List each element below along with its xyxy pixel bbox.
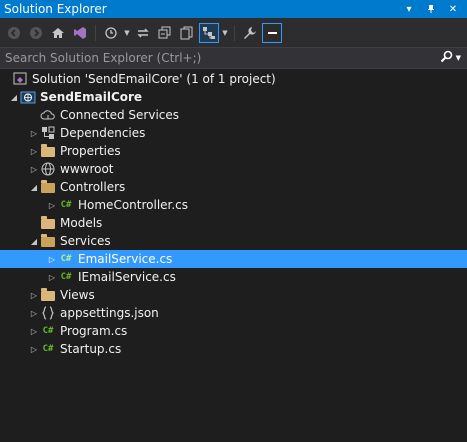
toolbar: ▼ ▼ <box>0 18 467 47</box>
folder-open-icon <box>40 179 56 195</box>
tree-item-label: appsettings.json <box>60 306 159 320</box>
forward-icon[interactable] <box>26 23 46 43</box>
tree-row-views[interactable]: ▷ Views <box>0 286 467 304</box>
collapsed-arrow-icon[interactable]: ▷ <box>46 250 58 268</box>
preview-icon[interactable] <box>262 22 282 43</box>
solution-tree: Solution 'SendEmailCore' (1 of 1 project… <box>0 70 467 358</box>
tree-item-label: Services <box>60 234 111 248</box>
tree-item-label: Connected Services <box>60 108 180 122</box>
tree-row-project[interactable]: ◢ SendEmailCore <box>0 88 467 106</box>
collapsed-arrow-icon[interactable]: ▷ <box>28 304 40 322</box>
expanded-arrow-icon[interactable]: ◢ <box>28 232 40 250</box>
vs-switch-icon[interactable] <box>70 23 90 43</box>
tree-item-label: EmailService.cs <box>78 252 173 266</box>
collapsed-arrow-icon[interactable]: ▷ <box>28 160 40 178</box>
folder-icon <box>40 215 56 231</box>
collapsed-arrow-icon[interactable]: ▷ <box>28 286 40 304</box>
dropdown-icon[interactable]: ▾ <box>403 3 415 15</box>
collapsed-arrow-icon[interactable]: ▷ <box>46 268 58 286</box>
tree-item-label: Controllers <box>60 180 126 194</box>
cloud-icon <box>40 107 56 123</box>
wrench-folder-icon <box>40 143 56 159</box>
close-icon[interactable]: ✕ <box>447 3 459 15</box>
csharp-file-icon: C# <box>60 200 72 210</box>
csharp-file-icon: C# <box>42 344 54 354</box>
filter-icon[interactable] <box>199 22 219 43</box>
collapsed-arrow-icon[interactable]: ▷ <box>28 340 40 358</box>
csharp-file-icon: C# <box>60 272 72 282</box>
tree-row-appsettings[interactable]: ▷ appsettings.json <box>0 304 467 322</box>
sync-icon[interactable] <box>133 23 153 43</box>
show-all-files-icon[interactable] <box>177 23 197 43</box>
tree-row-solution[interactable]: Solution 'SendEmailCore' (1 of 1 project… <box>0 70 467 88</box>
tree-row-iemailservice[interactable]: ▷ C# IEmailService.cs <box>0 268 467 286</box>
tree-item-label: Program.cs <box>60 324 128 338</box>
json-file-icon <box>40 305 56 321</box>
collapsed-arrow-icon[interactable]: ▷ <box>28 142 40 160</box>
toolbar-separator <box>95 24 96 41</box>
back-icon[interactable] <box>4 23 24 43</box>
web-project-icon <box>20 89 36 105</box>
tree-row-homecontroller[interactable]: ▷ C# HomeController.cs <box>0 196 467 214</box>
collapsed-arrow-icon[interactable]: ▷ <box>28 124 40 142</box>
properties-icon[interactable] <box>240 23 260 43</box>
expanded-arrow-icon[interactable]: ◢ <box>28 178 40 196</box>
title-bar: Solution Explorer ▾ ✕ <box>0 0 467 18</box>
tree-row-controllers[interactable]: ◢ Controllers <box>0 178 467 196</box>
tree-item-label: HomeController.cs <box>78 198 189 212</box>
tree-row-emailservice[interactable]: ▷ C# EmailService.cs <box>0 250 467 268</box>
folder-icon <box>40 287 56 303</box>
csharp-file-icon: C# <box>60 254 72 264</box>
tree-row-startup[interactable]: ▷ C# Startup.cs <box>0 340 467 358</box>
collapse-all-icon[interactable] <box>155 23 175 43</box>
tree-item-label: Views <box>60 288 95 302</box>
tree-row-properties[interactable]: ▷ Properties <box>0 142 467 160</box>
collapsed-arrow-icon[interactable]: ▷ <box>28 322 40 340</box>
csharp-file-icon: C# <box>42 326 54 336</box>
collapsed-arrow-icon[interactable]: ▷ <box>46 196 58 214</box>
tree-item-label: Properties <box>60 144 121 158</box>
search-icon[interactable] <box>440 50 453 66</box>
filter-dropdown-icon[interactable]: ▼ <box>221 29 229 37</box>
dependencies-icon <box>40 125 56 141</box>
history-dropdown-icon[interactable]: ▼ <box>123 29 131 37</box>
tree-item-label: Dependencies <box>60 126 146 140</box>
history-icon[interactable] <box>101 23 121 43</box>
tree-item-label: Startup.cs <box>60 342 122 356</box>
search-bar: ▼ <box>0 47 467 69</box>
home-icon[interactable] <box>48 23 68 43</box>
pin-icon[interactable] <box>425 3 437 15</box>
tree-row-services[interactable]: ◢ Services <box>0 232 467 250</box>
tree-row-program[interactable]: ▷ C# Program.cs <box>0 322 467 340</box>
solution-icon <box>12 71 28 87</box>
tree-item-label: wwwroot <box>60 162 114 176</box>
toolbar-separator <box>234 24 235 41</box>
search-input[interactable] <box>5 51 440 65</box>
project-label: SendEmailCore <box>40 90 143 104</box>
window-title: Solution Explorer <box>4 2 107 16</box>
expanded-arrow-icon[interactable]: ◢ <box>8 88 20 106</box>
globe-icon <box>40 161 56 177</box>
tree-row-dependencies[interactable]: ▷ Dependencies <box>0 124 467 142</box>
tree-item-label: IEmailService.cs <box>78 270 176 284</box>
tree-row-wwwroot[interactable]: ▷ wwwroot <box>0 160 467 178</box>
solution-label: Solution 'SendEmailCore' (1 of 1 project… <box>32 72 276 86</box>
tree-row-models[interactable]: Models <box>0 214 467 232</box>
tree-item-label: Models <box>60 216 103 230</box>
tree-row-connected-services[interactable]: Connected Services <box>0 106 467 124</box>
folder-open-icon <box>40 233 56 249</box>
search-options-icon[interactable]: ▼ <box>456 54 461 62</box>
